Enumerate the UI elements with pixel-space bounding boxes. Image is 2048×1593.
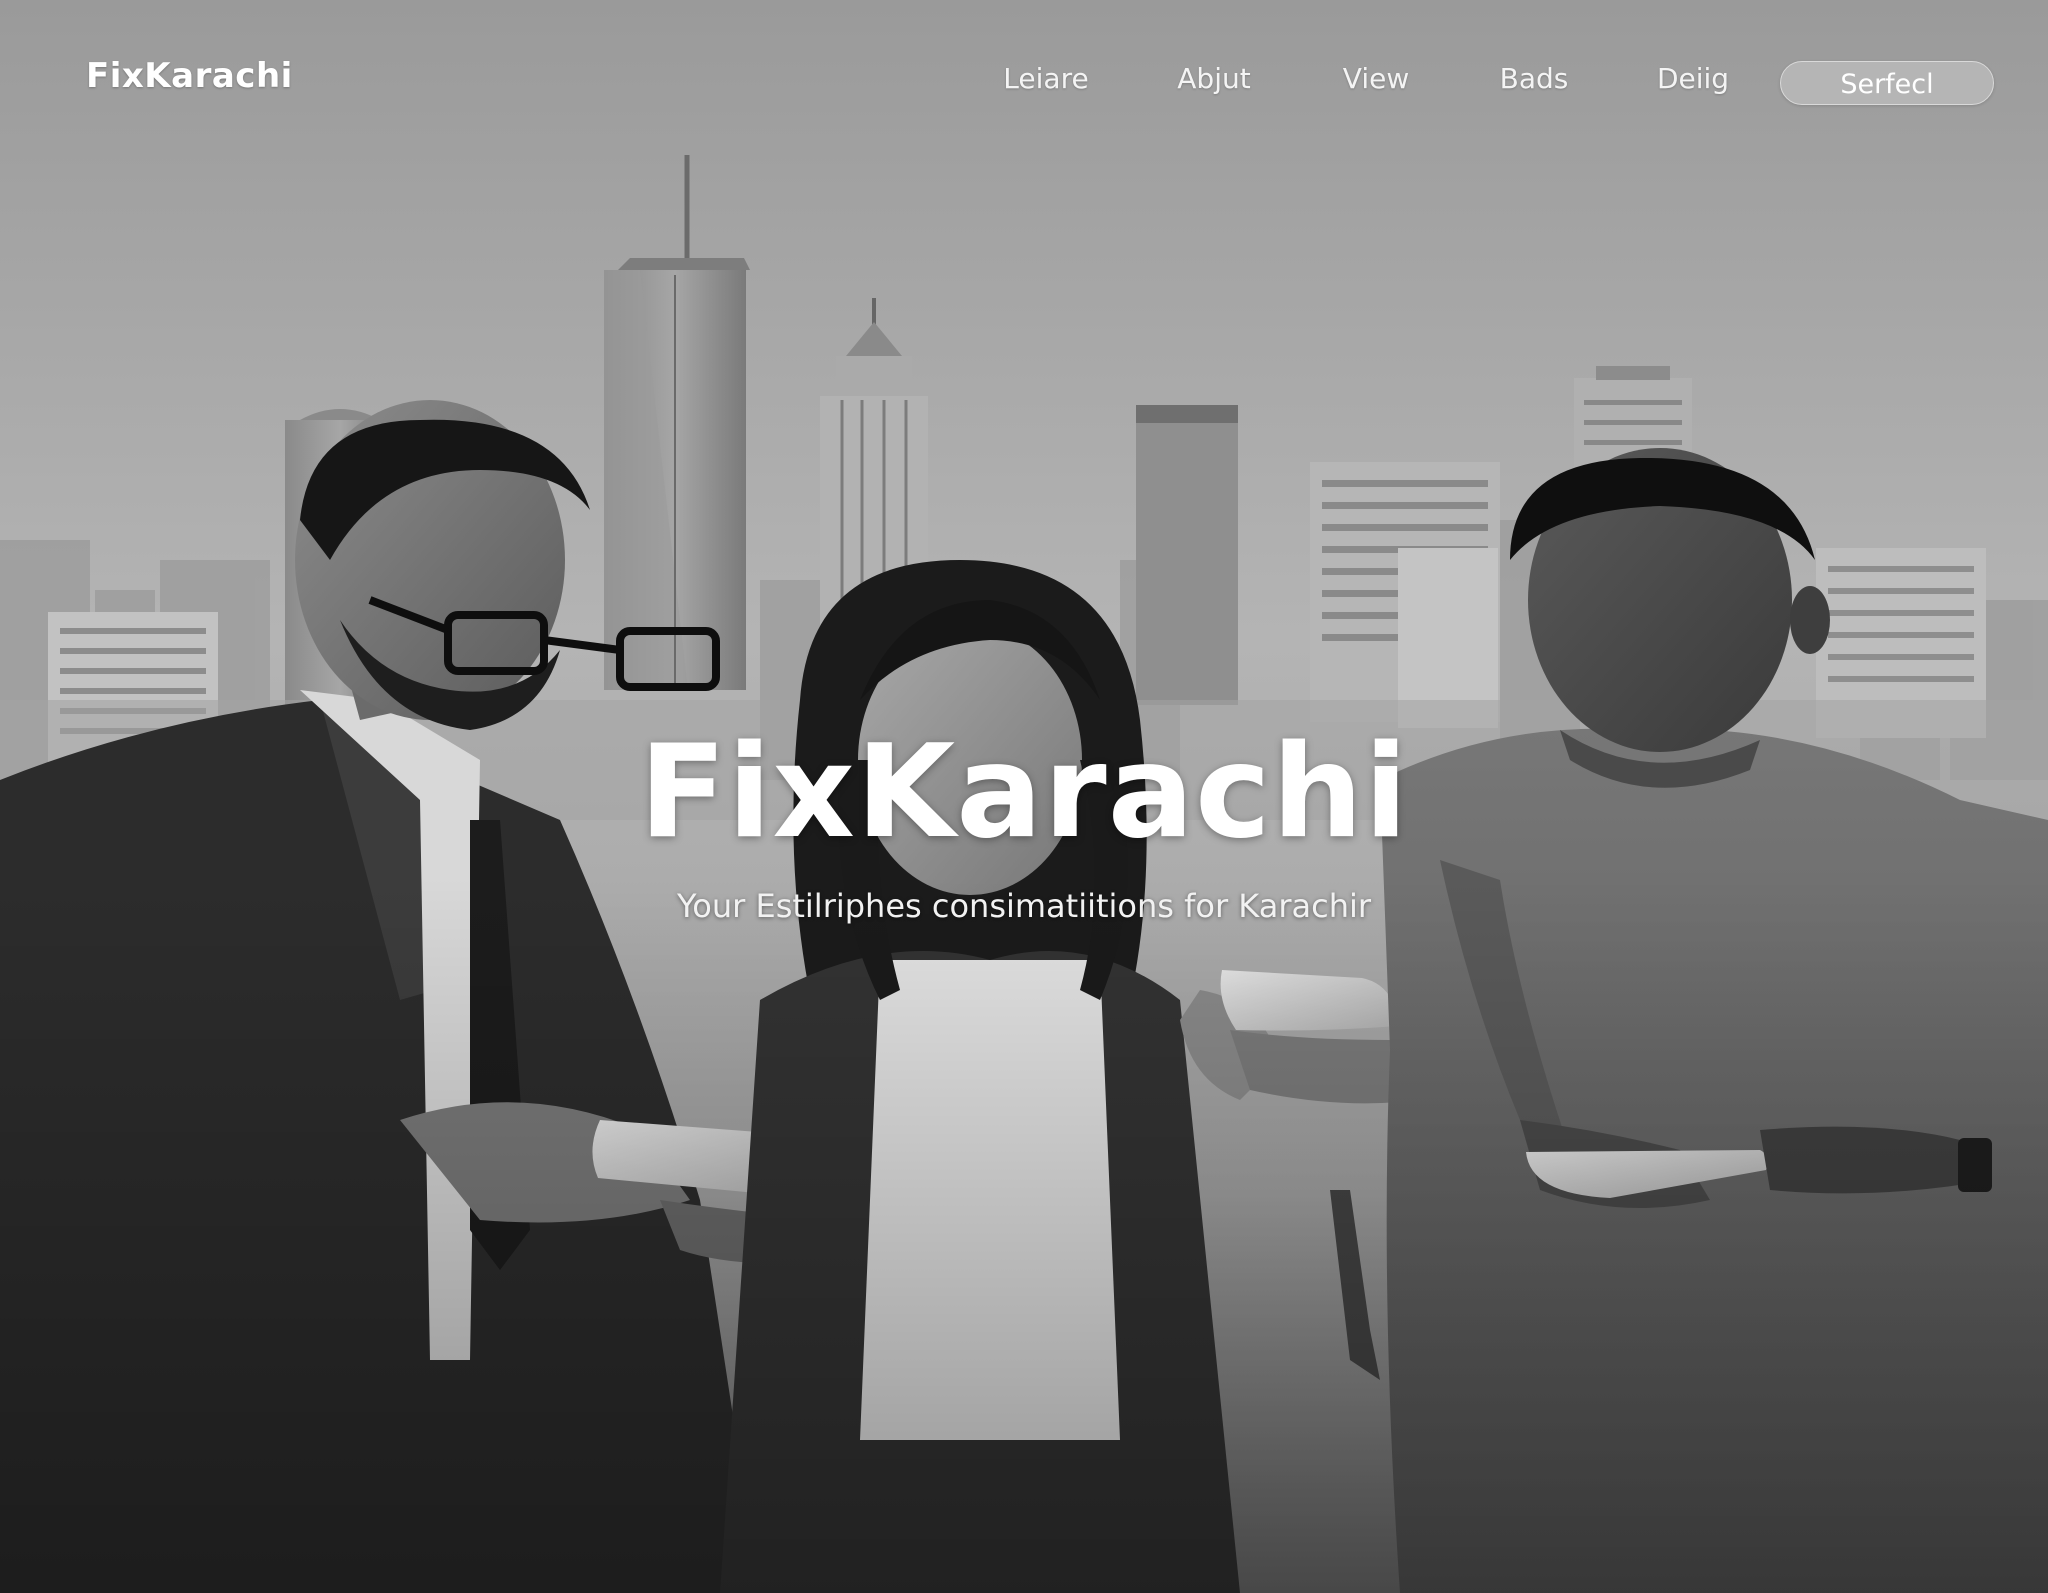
hero-title: FixKarachi: [639, 718, 1409, 867]
hero-section: FixKarachi Leiare Abjut View Bads Deiig …: [0, 0, 2048, 1593]
nav-link-bads[interactable]: Bads: [1500, 62, 1569, 95]
top-navbar: FixKarachi Leiare Abjut View Bads Deiig …: [0, 0, 2048, 165]
nav-link-leiare[interactable]: Leiare: [1003, 62, 1088, 95]
nav-link-view[interactable]: View: [1343, 62, 1409, 95]
nav-link-abjut[interactable]: Abjut: [1177, 62, 1250, 95]
nav-link-deiig[interactable]: Deiig: [1657, 62, 1729, 95]
nav-links: Leiare Abjut View Bads Deiig: [0, 62, 2048, 106]
hero-subtitle: Your Estilriphes consimatiitions for Kar…: [676, 887, 1372, 925]
nav-cta-button[interactable]: Serfecl: [1780, 61, 1994, 105]
